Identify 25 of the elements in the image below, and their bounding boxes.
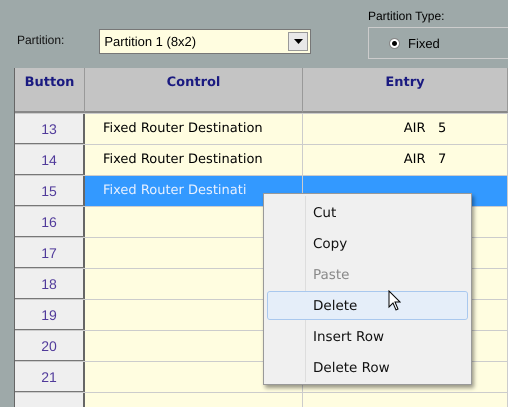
column-header: Entry — [303, 68, 508, 113]
row-number[interactable]: 20 — [15, 331, 85, 361]
menu-item[interactable]: Delete — [267, 291, 468, 320]
table-cell: Fixed Router Destinati — [85, 176, 303, 206]
row-number[interactable]: 17 — [15, 238, 85, 268]
row-number[interactable]: 18 — [15, 269, 85, 299]
menu-item[interactable]: Copy — [267, 229, 468, 258]
row-number[interactable]: 19 — [15, 300, 85, 330]
radio-option[interactable]: Fixed — [389, 36, 440, 50]
row-number[interactable]: 21 — [15, 362, 85, 392]
partition-type-label: Partition Type: — [368, 9, 446, 23]
row-number[interactable]: 16 — [15, 207, 85, 237]
row-number[interactable]: 13 — [15, 114, 85, 144]
menu-item[interactable]: Delete Row — [267, 353, 468, 382]
row-number[interactable]: 14 — [15, 145, 85, 175]
pointer-cursor-icon — [388, 290, 401, 311]
table-cell: Fixed Router Destination — [85, 114, 303, 144]
table-cell: AIR 5 — [303, 114, 508, 144]
row-number[interactable]: 15 — [15, 176, 85, 206]
partition-label: Partition: — [17, 33, 64, 49]
table-cell: Fixed Router Destination — [85, 145, 303, 175]
partition-dropdown[interactable]: Partition 1 (8x2) — [99, 29, 311, 54]
table-cell: AIR 7 — [303, 145, 508, 175]
column-header: Control — [85, 68, 303, 113]
menu-item[interactable]: Insert Row — [267, 322, 468, 351]
